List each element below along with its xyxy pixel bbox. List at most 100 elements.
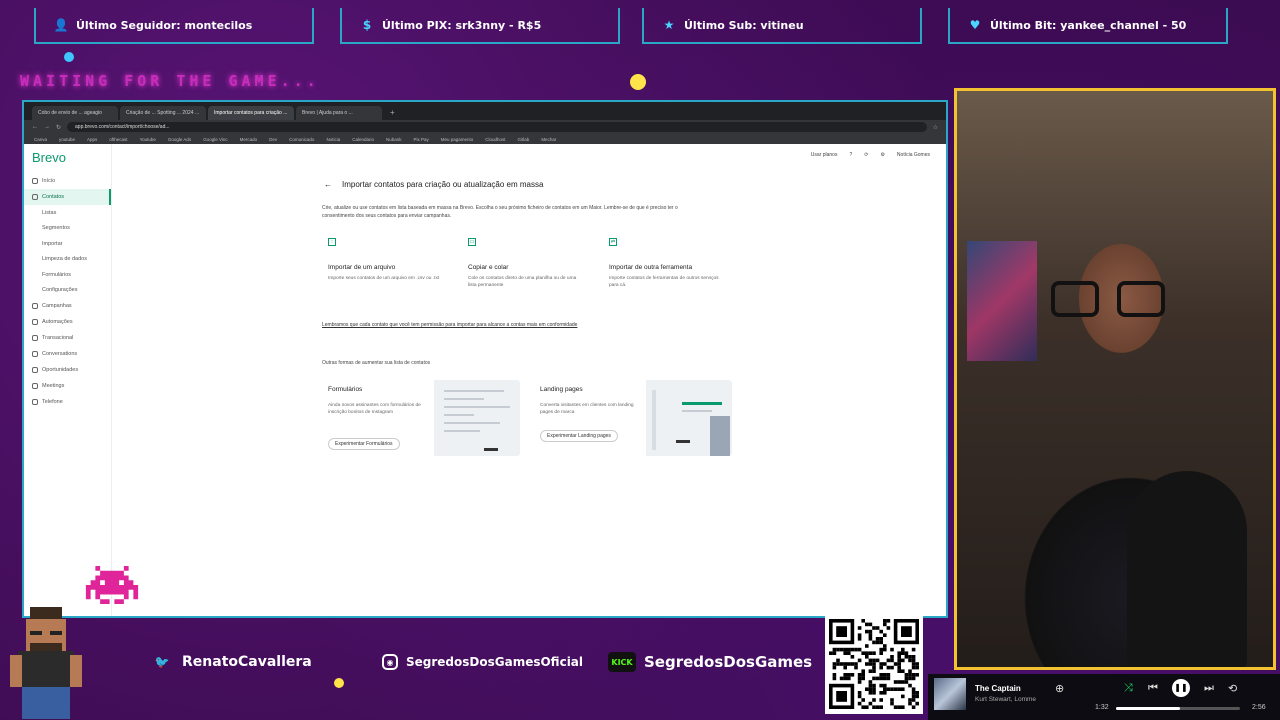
repeat-icon[interactable]: ⟲ (1228, 682, 1237, 695)
option-desc: Importe contatos de ferramentas de outro… (609, 276, 719, 289)
promo-forms: Formulários Ainda novos assinantes com f… (322, 380, 520, 456)
bookmark-item[interactable]: Google Ads (168, 137, 191, 142)
option-desc: Cole os contatos direto de uma planilha … (468, 276, 577, 289)
try-landing-pages-button[interactable]: Experimentar Landing pages (540, 430, 618, 442)
alert-pix: $ Último PIX: srk3nny - R$5 (340, 8, 620, 44)
reload-icon[interactable]: ↻ (56, 124, 61, 131)
notifications-icon[interactable]: ⟳ (864, 152, 868, 158)
bookmark-item[interactable]: Dev (269, 137, 277, 142)
bookmark-item[interactable]: Mercado (240, 137, 258, 142)
sidebar-item-1[interactable]: Contatos (24, 189, 111, 205)
previous-icon[interactable]: ⏮ (1148, 682, 1158, 695)
page-title-text: Importar contatos para criação ou atuali… (342, 180, 544, 189)
help-icon[interactable]: ? (849, 152, 852, 158)
bookmark-item[interactable]: Apps (87, 137, 97, 142)
new-tab-icon[interactable]: + (384, 108, 401, 120)
bookmark-item[interactable]: Meu pagamento (441, 137, 474, 142)
bookmark-item[interactable]: ofthecast (109, 137, 127, 142)
diamond-icon: ♥ (969, 18, 981, 32)
browser-tab-active[interactable]: Importar contatos para criação ... (208, 106, 294, 120)
bookmark-item[interactable]: Google Vinc (203, 137, 227, 142)
social-kick: KICK SegredosDosGames (598, 648, 822, 676)
landing-preview-image (646, 380, 732, 456)
instagram-icon: ◉ (382, 654, 398, 670)
option-title: Copiar e colar (468, 264, 509, 271)
consent-link[interactable]: Lembramos que cada contato que você tem … (322, 322, 577, 328)
back-arrow-icon[interactable]: ← (324, 180, 332, 189)
option-other-tool[interactable]: ⇄ Importar de outra ferramenta Importe c… (603, 234, 731, 306)
home-icon (32, 178, 38, 184)
browser-tab[interactable]: Cobo de envio de ... ageagio (32, 106, 118, 120)
sidebar-item-11[interactable]: Conversations (32, 346, 103, 362)
sidebar-item-12[interactable]: Oportunidades (32, 362, 103, 378)
shuffle-icon[interactable]: ⤨ (1124, 682, 1133, 695)
star-bookmark-icon[interactable]: ☆ (933, 124, 938, 131)
sidebar-item-2[interactable]: Listas (32, 205, 103, 221)
pause-button[interactable]: ❚❚ (1172, 679, 1190, 697)
other-ways-heading: Outras formas de aumentar sua lista de c… (322, 360, 431, 366)
sidebar-item-4[interactable]: Importar (32, 236, 103, 252)
sidebar-item-3[interactable]: Segmentos (32, 221, 103, 237)
bookmark-item[interactable]: Noticia (326, 137, 340, 142)
option-desc: Importe seus contatos de um arquivo em .… (328, 276, 440, 281)
bookmark-item[interactable]: Canva (34, 137, 47, 142)
bookmark-item[interactable]: Calendario (352, 137, 374, 142)
tab-bar: Cobo de envio de ... ageagio Criação de … (24, 102, 946, 120)
alert-sub: ★ Último Sub: vitineu (642, 8, 922, 44)
sidebar-item-label: Meetings (42, 383, 65, 389)
sidebar-item-6[interactable]: Formulários (32, 267, 103, 283)
sidebar-item-0[interactable]: Início (32, 173, 103, 189)
bookmark-item[interactable]: Nubank (386, 137, 402, 142)
sidebar-item-label: Automações (42, 319, 73, 325)
option-copy-paste[interactable]: ▭ Copiar e colar Cole os contatos direto… (462, 234, 590, 306)
qr-label: livepix.gg/segredosdosgames (826, 603, 919, 610)
browser-tab[interactable]: Brevo | Ajuda para o ... (296, 106, 382, 120)
bookmarks-bar: Canva youtube Apps ofthecast Youtube Google A… (24, 134, 946, 144)
sidebar-item-10[interactable]: Transacional (32, 330, 103, 346)
bookmark-item[interactable]: youtube (59, 137, 75, 142)
album-cover (934, 678, 966, 710)
browser-tab[interactable]: Criação de ... Spotting ... 2024 ... (120, 106, 206, 120)
progress-bar[interactable] (1116, 707, 1240, 710)
social-instagram: ◉ SegredosDosGamesOficial (372, 648, 593, 676)
promo-desc: Ainda novos assinantes com formulários d… (328, 403, 421, 416)
sidebar-item-5[interactable]: Limpeza de dados (32, 252, 103, 268)
sidebar-item-13[interactable]: Meetings (32, 378, 103, 394)
add-icon[interactable]: ⊕ (1055, 682, 1064, 695)
account-menu[interactable]: Notícia Gomes (897, 152, 930, 158)
sidebar-item-9[interactable]: Automações (32, 314, 103, 330)
sidebar-item-14[interactable]: Telefone (32, 394, 103, 410)
sidebar-item-label: Oportunidades (42, 367, 79, 373)
bookmark-item[interactable]: Youtube (140, 137, 156, 142)
option-file-import[interactable]: ↑ Importar de um arquivo Importe seus co… (322, 234, 450, 306)
microphone (1127, 471, 1247, 667)
bookmark-item[interactable]: Mechar (541, 137, 556, 142)
pixel-character-avatar (10, 607, 82, 719)
option-title: Importar de um arquivo (328, 264, 396, 271)
brevo-logo[interactable]: Brevo (32, 150, 103, 165)
bookmark-item[interactable]: Comunicado (289, 137, 314, 142)
forward-icon[interactable]: → (44, 124, 50, 130)
alert-bit-text: Último Bit: yankee_channel - 50 (990, 18, 1187, 32)
brevo-page: Brevo Início Contatos Listas Segmentos Impor… (24, 144, 946, 616)
promo-desc: Converta visitantes em clientes com land… (540, 403, 634, 416)
next-icon[interactable]: ⏭ (1204, 682, 1214, 695)
sidebar-item-8[interactable]: Campanhas (32, 298, 103, 314)
bookmark-item[interactable]: Pix Pay (413, 137, 428, 142)
back-icon[interactable]: ← (32, 124, 38, 130)
promo-landing-pages: Landing pages Converta visitantes em cli… (534, 380, 732, 456)
megaphone-icon (32, 303, 38, 309)
wall-poster (967, 241, 1037, 361)
sidebar-item-7[interactable]: Configurações (32, 283, 103, 299)
promo-title: Landing pages (540, 386, 583, 393)
decor-dot-yellow-small (334, 678, 344, 688)
instagram-handle: SegredosDosGamesOficial (406, 655, 584, 669)
bookmark-item[interactable]: Cloudhost (485, 137, 505, 142)
url-input[interactable]: app.brevo.com/contact/import/choose/ad..… (67, 122, 927, 132)
settings-icon[interactable]: ⚙ (880, 152, 884, 158)
sidebar-item-label: Segmentos (42, 225, 70, 232)
try-forms-button[interactable]: Experimentar Formulários (328, 438, 400, 450)
plans-link[interactable]: Usar planos (811, 152, 838, 158)
bookmark-item[interactable]: Gitlab (518, 137, 530, 142)
sidebar-item-label: Limpeza de dados (42, 256, 87, 263)
